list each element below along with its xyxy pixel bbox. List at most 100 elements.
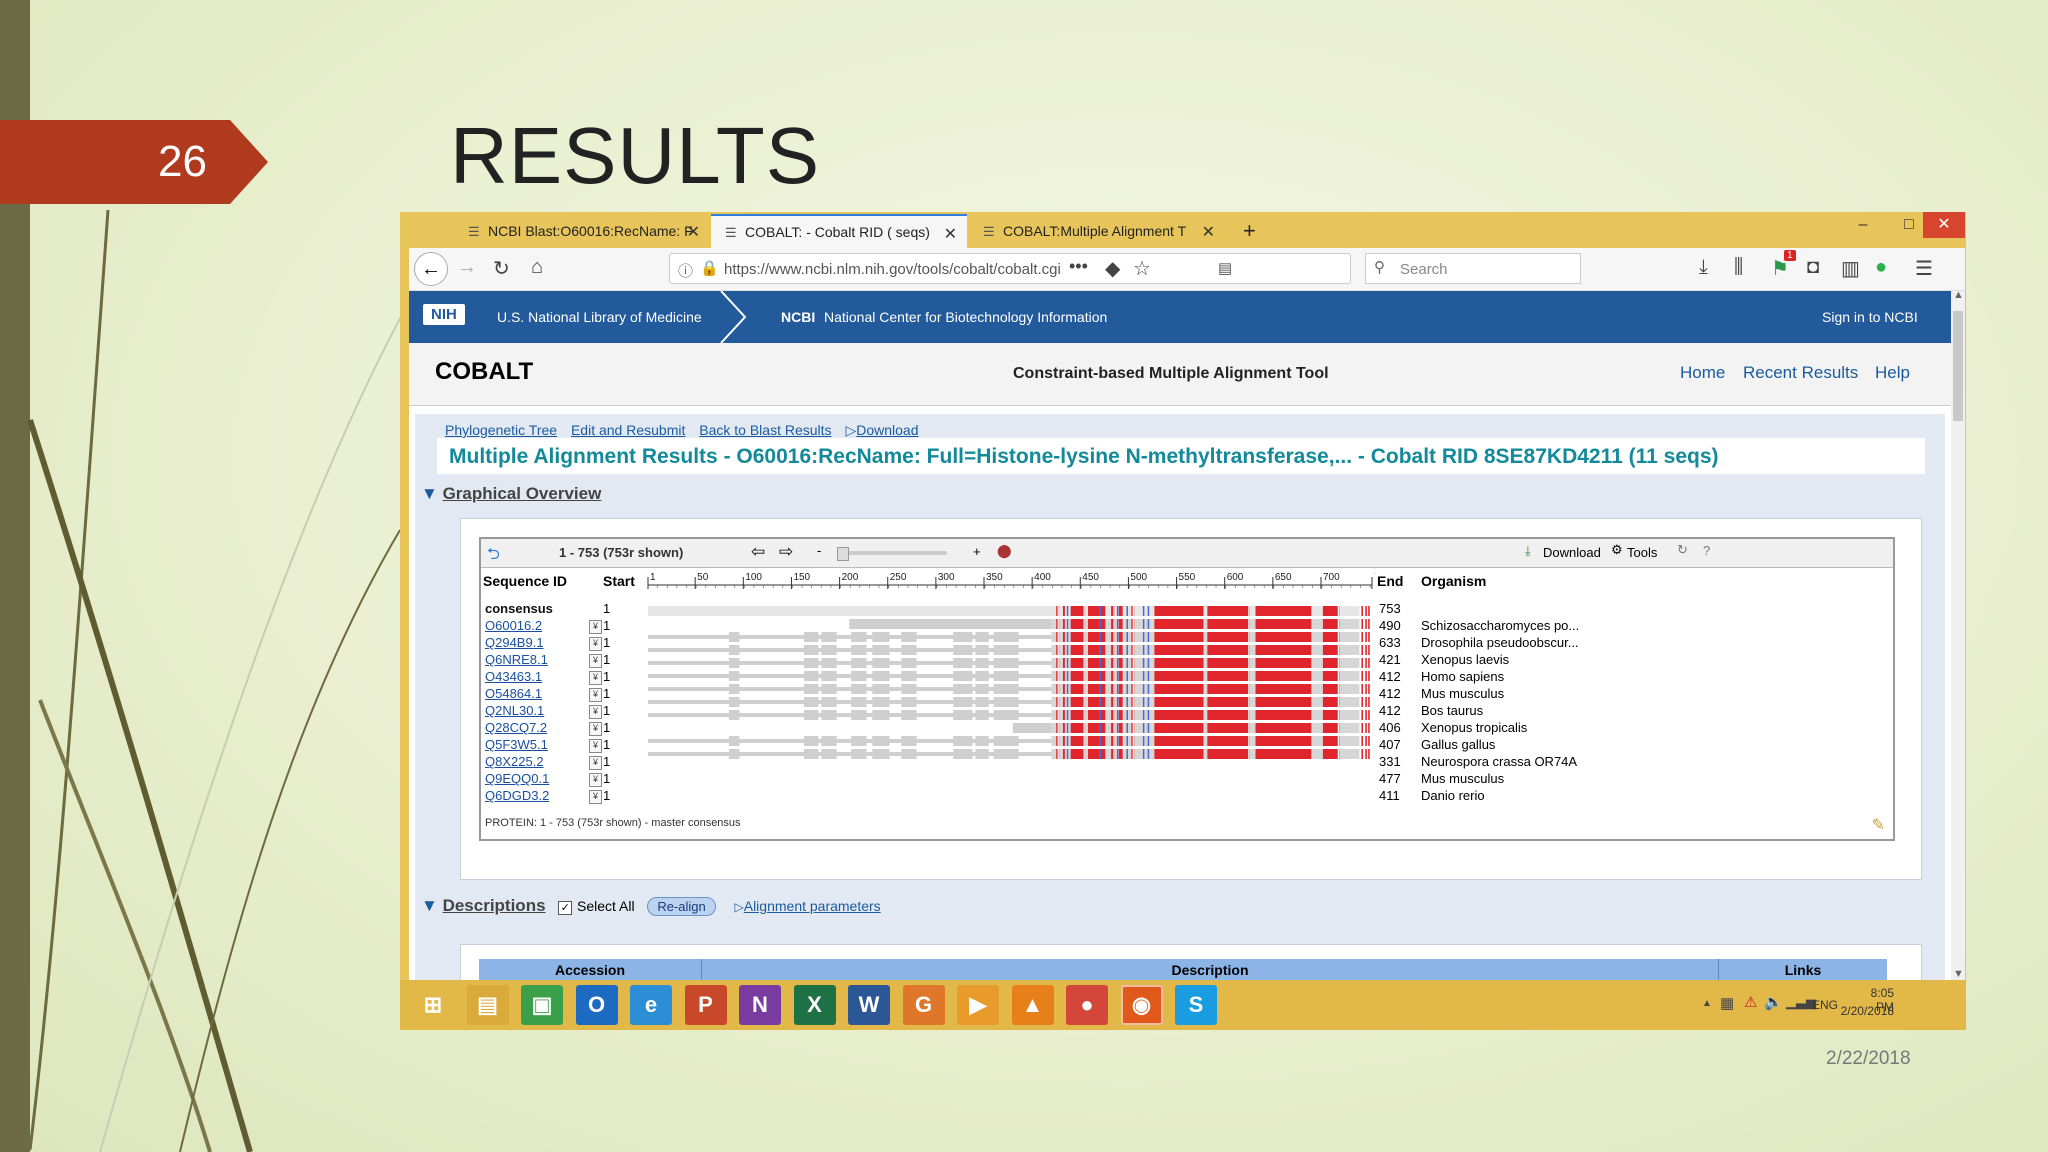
reset-view-icon[interactable]: ⮌ <box>487 543 500 570</box>
row-dropdown-icon[interactable]: ¥ <box>589 755 602 770</box>
zoom-in-button[interactable]: + <box>973 544 981 559</box>
nih-logo[interactable]: NIH <box>423 304 465 325</box>
nav-recent-results[interactable]: Recent Results <box>1743 363 1858 383</box>
vlc-icon[interactable]: ▲ <box>1011 985 1054 1025</box>
row-dropdown-icon[interactable]: ¥ <box>589 636 602 651</box>
downloads-icon[interactable]: ⤓ <box>1699 256 1708 279</box>
volume-icon[interactable]: 🔈 <box>1764 993 1783 1011</box>
sequence-id-link[interactable]: Q6DGD3.2 <box>485 788 549 803</box>
th-links[interactable]: Links <box>1719 959 1887 980</box>
menu-icon[interactable]: ☰ <box>1915 256 1933 281</box>
zoom-out-button[interactable]: - <box>817 543 821 558</box>
security-icon[interactable]: ⚠ <box>1744 993 1757 1011</box>
scroll-down-icon[interactable]: ▼ <box>1953 968 1964 980</box>
pan-right-icon[interactable]: ⇨ <box>779 542 793 562</box>
scroll-thumb[interactable] <box>1953 311 1963 421</box>
ncbi-logo[interactable]: NCBI <box>781 309 815 325</box>
outlook-icon[interactable]: O <box>575 985 618 1025</box>
viewer-help-button[interactable]: ? <box>1703 543 1710 558</box>
nav-home[interactable]: Home <box>1680 363 1725 383</box>
alignment-parameters-link[interactable]: Alignment parameters <box>744 898 881 914</box>
tray-up-icon[interactable]: ▲ <box>1702 998 1712 1009</box>
network-icon[interactable]: ▦ <box>1720 994 1734 1012</box>
file-explorer-icon[interactable]: ▤ <box>466 985 509 1025</box>
pencil-icon[interactable]: ✎ <box>1872 815 1885 835</box>
collapse-triangle-icon[interactable]: ▼ <box>421 896 438 915</box>
back-to-blast-link[interactable]: Back to Blast Results <box>699 422 831 438</box>
viewer-download-button[interactable]: Download <box>1543 545 1601 560</box>
page-scrollbar[interactable]: ▲ ▼ <box>1951 289 1965 980</box>
row-dropdown-icon[interactable]: ¥ <box>589 738 602 753</box>
sequence-id-link[interactable]: Q9EQQ0.1 <box>485 771 549 786</box>
viewer-tools-button[interactable]: Tools <box>1627 545 1657 560</box>
store-icon[interactable]: ▣ <box>521 985 563 1025</box>
forward-arrow-icon[interactable]: → <box>457 256 477 279</box>
realign-button[interactable]: Re-align <box>647 897 716 916</box>
sign-in-link[interactable]: Sign in to NCBI <box>1822 309 1918 325</box>
marker-icon[interactable]: ⬤ <box>997 543 1012 559</box>
sequence-id-link[interactable]: Q5F3W5.1 <box>485 737 548 752</box>
reload-icon[interactable]: ↻ <box>493 256 510 281</box>
sequence-id-link[interactable]: O54864.1 <box>485 686 542 701</box>
close-tab-icon[interactable]: ✕ <box>687 222 700 242</box>
word-icon[interactable]: W <box>848 985 890 1025</box>
nav-help[interactable]: Help <box>1875 363 1910 383</box>
search-field[interactable]: ⚲ Search <box>1365 253 1581 284</box>
row-dropdown-icon[interactable]: ¥ <box>589 721 602 736</box>
clock-date[interactable]: 2/20/2018 <box>1830 1004 1894 1018</box>
minimize-button[interactable]: – <box>1840 212 1886 238</box>
descriptions-title[interactable]: Descriptions <box>443 896 546 915</box>
ie-icon[interactable]: e <box>630 985 672 1025</box>
info-icon[interactable]: ⓘ <box>678 260 693 281</box>
grammarly-icon[interactable]: ● <box>1875 256 1887 279</box>
reader-view-icon[interactable]: ▤ <box>1218 259 1232 277</box>
zoom-slider[interactable] <box>837 547 947 561</box>
graphical-overview-toggle[interactable]: ▼ Graphical Overview <box>421 484 601 504</box>
onenote-icon[interactable]: N <box>739 985 781 1025</box>
url-bar[interactable]: ⓘ 🔒 https://www.ncbi.nlm.nih.gov/tools/c… <box>669 253 1351 284</box>
sequence-id-link[interactable]: O60016.2 <box>485 618 542 633</box>
row-dropdown-icon[interactable]: ¥ <box>589 653 602 668</box>
download-link[interactable]: Download <box>856 422 918 438</box>
pan-left-icon[interactable]: ⇦ <box>751 542 765 562</box>
windows-start-icon[interactable]: ⊞ <box>412 985 454 1025</box>
sidebar-icon[interactable]: ▥ <box>1841 256 1860 281</box>
row-dropdown-icon[interactable]: ¥ <box>589 687 602 702</box>
sequence-id-link[interactable]: Q2NL30.1 <box>485 703 544 718</box>
more-actions-icon[interactable]: ••• <box>1069 256 1088 277</box>
new-tab-button[interactable]: + <box>1231 214 1271 248</box>
sequence-id-link[interactable]: Q28CQ7.2 <box>485 720 547 735</box>
media-player-icon[interactable]: ▶ <box>957 985 999 1025</box>
nlm-link[interactable]: U.S. National Library of Medicine <box>497 309 702 325</box>
sequence-id-link[interactable]: Q294B9.1 <box>485 635 544 650</box>
row-dropdown-icon[interactable]: ¥ <box>589 772 602 787</box>
scroll-up-icon[interactable]: ▲ <box>1953 289 1964 301</box>
pocket-icon[interactable]: ◆ <box>1105 256 1120 281</box>
back-button[interactable]: ← <box>414 252 448 286</box>
refresh-icon[interactable]: ↻ <box>1677 542 1688 558</box>
row-dropdown-icon[interactable]: ¥ <box>589 670 602 685</box>
snagit-icon[interactable]: G <box>902 985 945 1025</box>
close-tab-icon[interactable]: ✕ <box>1202 222 1215 242</box>
close-tab-icon[interactable]: ✕ <box>944 224 957 244</box>
cobalt-brand[interactable]: COBALT <box>435 358 533 386</box>
row-dropdown-icon[interactable]: ¥ <box>589 789 602 804</box>
sequence-id-link[interactable]: Q6NRE8.1 <box>485 652 548 667</box>
sequence-id-link[interactable]: O43463.1 <box>485 669 542 684</box>
home-icon[interactable]: ⌂ <box>531 256 543 279</box>
sequence-id-link[interactable]: Q8X225.2 <box>485 754 544 769</box>
row-dropdown-icon[interactable]: ¥ <box>589 704 602 719</box>
phylogenetic-tree-link[interactable]: Phylogenetic Tree <box>445 422 557 438</box>
close-window-button[interactable]: ✕ <box>1923 212 1965 238</box>
tab-cobalt-alignment[interactable]: ☰ COBALT:Multiple Alignment T ✕ <box>969 214 1225 248</box>
excel-icon[interactable]: X <box>793 985 836 1025</box>
zoom-slider-handle[interactable] <box>837 547 849 561</box>
bookmark-star-icon[interactable]: ☆ <box>1133 256 1151 281</box>
th-accession[interactable]: Accession <box>479 959 702 980</box>
tab-cobalt-rid[interactable]: ☰ COBALT: - Cobalt RID ( seqs) ✕ <box>711 214 967 248</box>
tab-ncbi-blast[interactable]: ☰ NCBI Blast:O60016:RecName: F ✕ <box>454 214 710 248</box>
library-icon[interactable]: ⫼ <box>1734 256 1743 279</box>
chrome-icon[interactable]: ● <box>1066 985 1108 1025</box>
th-description[interactable]: Description <box>702 959 1719 980</box>
firefox-icon[interactable]: ◉ <box>1120 985 1163 1025</box>
